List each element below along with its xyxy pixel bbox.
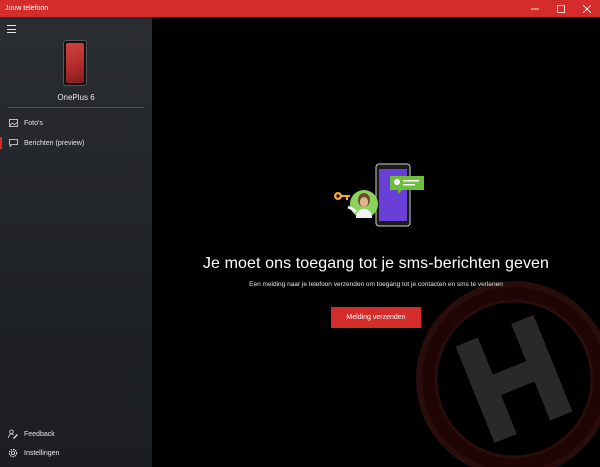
photos-icon: [8, 118, 18, 128]
send-notification-button[interactable]: Melding verzenden: [331, 307, 421, 328]
sidebar-item-photos[interactable]: Foto's: [0, 114, 152, 132]
sidebar-item-label: Instellingen: [24, 449, 60, 457]
illustration-key: [334, 192, 350, 200]
sidebar-divider: [8, 107, 144, 108]
close-button[interactable]: [574, 0, 600, 17]
feedback-icon: [8, 429, 18, 439]
sidebar-item-settings[interactable]: Instellingen: [0, 444, 152, 462]
minimize-button[interactable]: [522, 0, 548, 17]
title-bar[interactable]: Jouw telefoon: [0, 0, 600, 17]
sidebar-item-label: Berichten (preview): [24, 139, 85, 147]
hamburger-icon[interactable]: [7, 24, 17, 34]
phone-permission-illustration: [334, 163, 424, 227]
sidebar-item-feedback[interactable]: Feedback: [0, 425, 152, 443]
permission-description: Een melding naar je telefoon verzenden o…: [249, 281, 503, 288]
sidebar-item-label: Feedback: [24, 430, 55, 438]
phone-thumbnail: [63, 40, 87, 86]
messages-icon: [8, 138, 18, 148]
maximize-button[interactable]: [548, 0, 574, 17]
minimize-icon: [531, 8, 539, 9]
close-icon: [583, 4, 591, 13]
sidebar: OnePlus 6 Foto's Berichten (preview) Fee…: [0, 17, 152, 467]
maximize-icon: [557, 4, 565, 13]
device-name: OnePlus 6: [57, 93, 95, 102]
window-title: Jouw telefoon: [5, 5, 49, 12]
main-content: Je moet ons toegang tot je sms-berichten…: [152, 17, 600, 467]
app-window: Jouw telefoon OnePlus 6 Foto's Berichten…: [0, 0, 600, 467]
sidebar-item-label: Foto's: [24, 119, 43, 127]
gear-icon: [8, 448, 18, 458]
sidebar-item-messages[interactable]: Berichten (preview): [0, 134, 152, 152]
permission-headline: Je moet ons toegang tot je sms-berichten…: [202, 255, 550, 272]
watermark-logo-icon: [416, 281, 600, 467]
